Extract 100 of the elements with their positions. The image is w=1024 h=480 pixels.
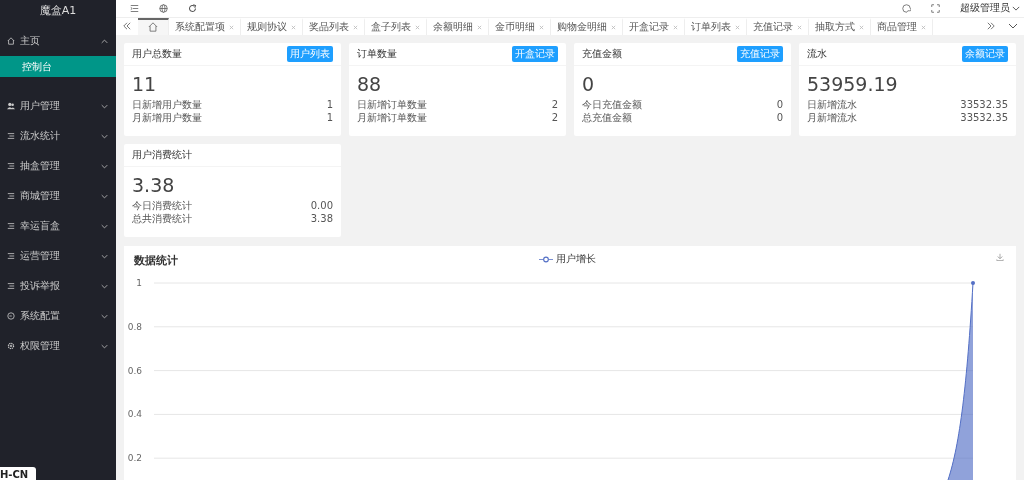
chart-title: 数据统计: [134, 252, 178, 268]
chevron-down-icon: [101, 163, 108, 169]
stat-label: 月新增订单数量: [357, 111, 427, 124]
list-icon: [7, 282, 15, 290]
stat-number: 0: [776, 98, 783, 111]
chevron-down-icon: [101, 193, 108, 199]
menu-icon[interactable]: [130, 3, 139, 13]
sidebar-item[interactable]: 权限管理: [0, 331, 116, 361]
stat-number: 0.00: [310, 199, 333, 212]
axis-tick-label: 0.4: [127, 409, 142, 420]
stat-label: 今日充值金额: [582, 98, 642, 111]
chevron-down-icon[interactable]: [1008, 22, 1018, 31]
sidebar-item[interactable]: 运营管理: [0, 241, 116, 271]
page-tab[interactable]: 盒子列表: [365, 17, 427, 35]
chevron-down-icon: [1012, 5, 1020, 11]
sidebar-item[interactable]: 系统配置: [0, 301, 116, 331]
page-tab[interactable]: 系统配置项: [169, 17, 241, 35]
stat-label: 月新增流水: [807, 111, 857, 124]
page-tab[interactable]: 抽取方式: [809, 17, 871, 35]
list-icon: [7, 162, 15, 170]
chevron-up-icon: [101, 38, 108, 44]
stat-number: 1: [326, 111, 333, 124]
scroll-right-icon[interactable]: [986, 22, 996, 31]
sidebar-item[interactable]: 幸运盲盒: [0, 211, 116, 241]
sidebar-item[interactable]: 商城管理: [0, 181, 116, 211]
legend-marker-icon: [539, 255, 553, 263]
chevron-down-icon: [101, 313, 108, 319]
sidebar-item[interactable]: 抽盒管理: [0, 151, 116, 181]
chevron-down-icon: [101, 343, 108, 349]
page-tab[interactable]: 订单列表: [685, 17, 747, 35]
users-icon: [7, 102, 15, 110]
stat-number: 0: [776, 111, 783, 124]
close-icon[interactable]: [673, 24, 678, 30]
page-tab[interactable]: 规则协议: [241, 17, 303, 35]
stat-value: 3.38: [132, 173, 176, 197]
page-tab[interactable]: 充值记录: [747, 17, 809, 35]
card-title: 订单数量: [357, 47, 397, 61]
stat-label: 总共消费统计: [132, 212, 192, 225]
page-tab[interactable]: 开盒记录: [623, 17, 685, 35]
settings-icon: [7, 342, 15, 350]
close-icon[interactable]: [229, 24, 234, 30]
page-tab[interactable]: 商品管理: [871, 17, 933, 35]
globe-icon[interactable]: [159, 3, 168, 13]
sidebar-item[interactable]: 主页: [0, 26, 116, 56]
download-icon[interactable]: [996, 253, 1004, 261]
language-dropdown[interactable]: H-CN: [0, 467, 37, 480]
card-title: 充值金额: [582, 47, 622, 61]
close-icon[interactable]: [353, 24, 358, 30]
page-tab[interactable]: 奖品列表: [303, 17, 365, 35]
list-icon: [7, 222, 15, 230]
stat-label: 日新增流水: [807, 98, 857, 111]
palette-icon[interactable]: [902, 3, 911, 13]
close-icon[interactable]: [735, 24, 740, 30]
stat-value: 88: [357, 72, 383, 96]
close-icon[interactable]: [415, 24, 420, 30]
page-tab[interactable]: 金币明细: [489, 17, 551, 35]
fullscreen-icon[interactable]: [931, 3, 940, 13]
chevron-down-icon: [101, 133, 108, 139]
stat-value: 11: [132, 72, 158, 96]
close-icon[interactable]: [859, 24, 864, 30]
chevron-down-icon: [101, 103, 108, 109]
axis-tick-label: 0.2: [127, 453, 142, 464]
stat-number: 2: [551, 111, 558, 124]
close-icon[interactable]: [291, 24, 296, 30]
page-tab[interactable]: 余额明细: [427, 17, 489, 35]
stat-number: 33532.35: [960, 111, 1008, 124]
scroll-left-icon[interactable]: [122, 22, 132, 31]
home-icon: [7, 37, 15, 45]
stat-label: 总充值金额: [582, 111, 632, 124]
sidebar-subitem[interactable]: 控制台: [0, 56, 116, 77]
card-title: 流水: [807, 47, 827, 61]
close-icon[interactable]: [539, 24, 544, 30]
stat-number: 2: [551, 98, 558, 111]
legend-label[interactable]: 用户增长: [556, 252, 596, 266]
stat-number: 33532.35: [960, 98, 1008, 111]
axis-tick-label: 1: [136, 278, 142, 288]
user-menu[interactable]: 超级管理员: [960, 1, 1020, 16]
sidebar-item[interactable]: 用户管理: [0, 91, 116, 121]
axis-tick-label: 0.8: [127, 321, 142, 332]
axis-tick-label: 0.6: [127, 365, 142, 376]
chevron-down-icon: [101, 283, 108, 289]
close-icon[interactable]: [921, 24, 926, 30]
stat-label: 月新增用户数量: [132, 111, 202, 124]
refresh-icon[interactable]: [188, 3, 197, 13]
page-tab[interactable]: 购物金明细: [551, 17, 623, 35]
stat-value: 0: [582, 72, 596, 96]
list-icon: [7, 252, 15, 260]
card-title: 用户总数量: [132, 47, 182, 61]
close-icon[interactable]: [797, 24, 802, 30]
home-tab[interactable]: [138, 17, 169, 35]
stat-label: 日新增用户数量: [132, 98, 202, 111]
stat-label: 今日消费统计: [132, 199, 192, 212]
sidebar-item[interactable]: 投诉举报: [0, 271, 116, 301]
close-icon[interactable]: [477, 24, 482, 30]
home-icon: [148, 22, 158, 33]
close-icon[interactable]: [611, 24, 616, 30]
card-title: 用户消费统计: [132, 148, 192, 162]
circle-icon: [7, 312, 15, 320]
stat-number: 1: [326, 98, 333, 111]
sidebar-item[interactable]: 流水统计: [0, 121, 116, 151]
